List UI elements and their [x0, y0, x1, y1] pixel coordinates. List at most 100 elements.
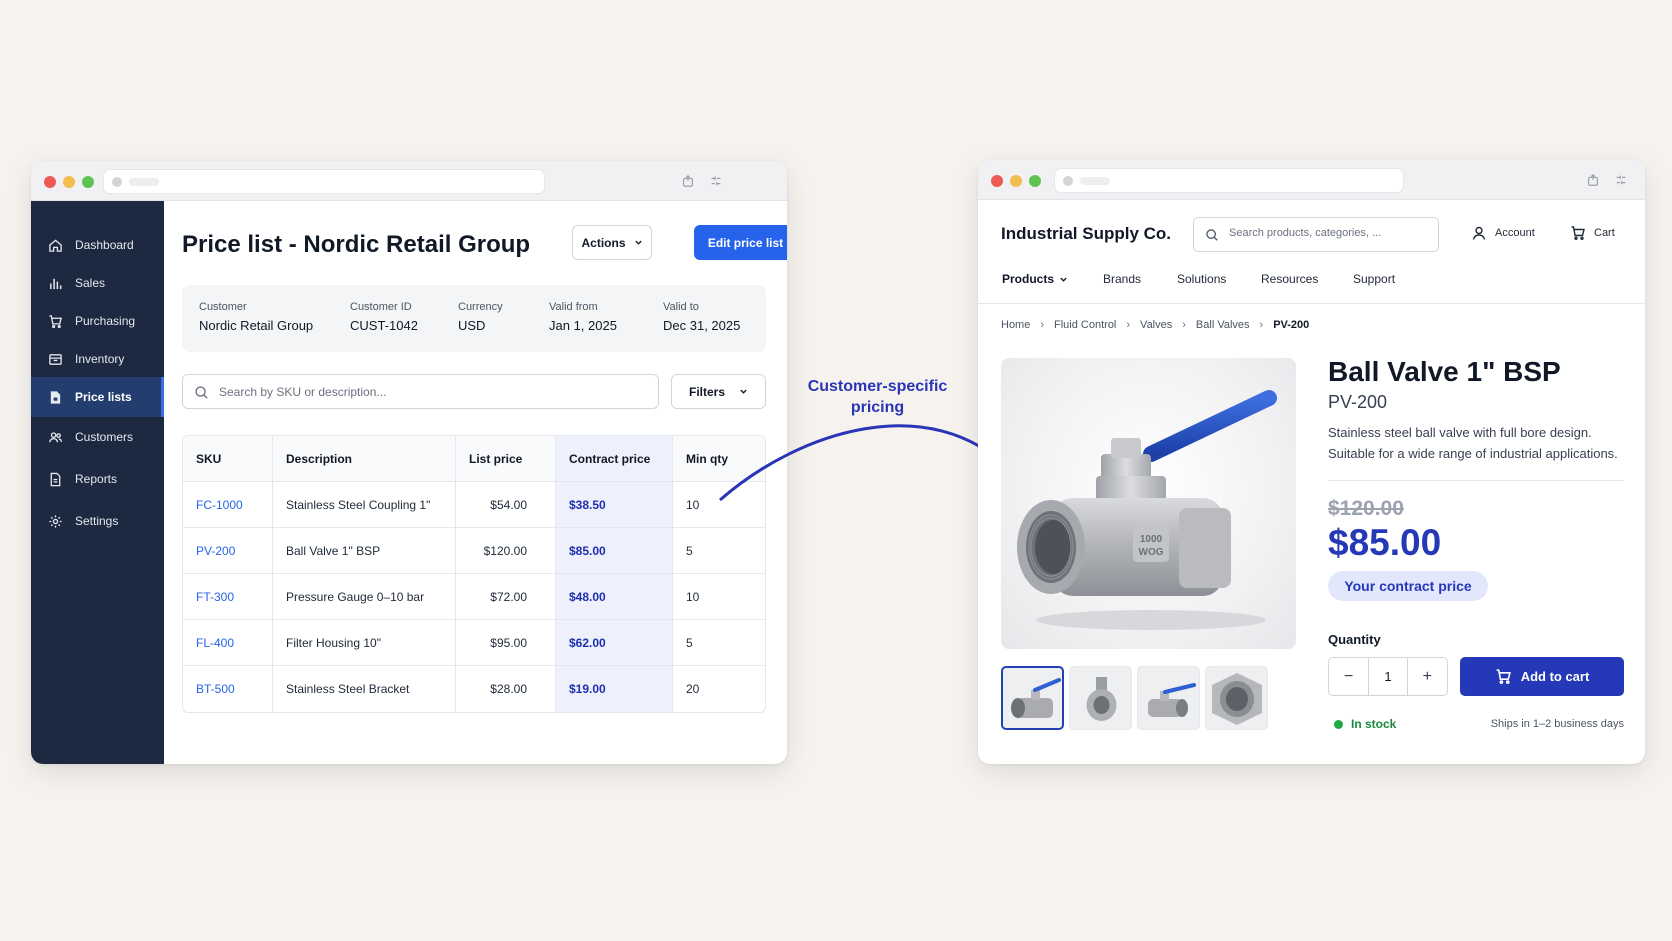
filters-button[interactable]: Filters — [671, 374, 766, 409]
sidebar-item-settings[interactable]: Settings — [31, 501, 164, 541]
sidebar-item-price-lists[interactable]: Price lists — [31, 377, 164, 417]
store-search-input[interactable] — [1229, 227, 1429, 239]
close-window-button[interactable] — [44, 176, 56, 188]
nav-products[interactable]: Products — [1002, 272, 1068, 286]
chevron-right-icon: › — [1040, 319, 1045, 331]
thumbnail-3[interactable] — [1137, 666, 1200, 730]
sidebar-item-label: Inventory — [75, 352, 125, 366]
browser-chrome — [978, 160, 1645, 200]
valve-marking: 1000 — [1140, 534, 1163, 545]
annotation-line: pricing — [850, 399, 905, 416]
cart-link[interactable]: Cart — [1570, 225, 1615, 241]
search-icon — [1206, 229, 1218, 241]
column-header-sku[interactable]: SKU — [183, 436, 273, 481]
minimize-window-button[interactable] — [1010, 175, 1022, 187]
info-label: Valid to — [663, 301, 699, 313]
nav-divider — [978, 303, 1645, 304]
share-icon[interactable] — [681, 174, 695, 188]
breadcrumb-valves[interactable]: Valves — [1140, 319, 1172, 331]
chevron-right-icon: › — [1259, 319, 1264, 331]
thumbnail-1[interactable] — [1001, 666, 1064, 730]
sidebar-item-label: Sales — [75, 276, 106, 290]
nav-support[interactable]: Support — [1353, 272, 1395, 286]
column-header-list-price[interactable]: List price — [456, 436, 556, 481]
breadcrumb-fluid-control[interactable]: Fluid Control — [1054, 319, 1116, 331]
quantity-input[interactable]: 1 — [1368, 658, 1408, 695]
nav-brands[interactable]: Brands — [1103, 272, 1141, 286]
add-to-cart-label: Add to cart — [1520, 669, 1590, 684]
sidebar-item-dashboard[interactable]: Dashboard — [31, 225, 164, 265]
add-to-cart-button[interactable]: Add to cart — [1460, 657, 1624, 696]
sku-link[interactable]: FC-1000 — [183, 482, 273, 527]
info-label: Valid from — [549, 301, 598, 313]
sku-link[interactable]: PV-200 — [183, 528, 273, 573]
sku-link[interactable]: BT-500 — [183, 666, 273, 712]
minimize-window-button[interactable] — [63, 176, 75, 188]
maximize-window-button[interactable] — [1029, 175, 1041, 187]
product-title: Ball Valve 1" BSP — [1328, 356, 1561, 387]
share-icon[interactable] — [1586, 173, 1600, 187]
table-row[interactable]: FC-1000 Stainless Steel Coupling 1" $54.… — [183, 482, 765, 528]
product-image[interactable]: 1000 WOG — [1001, 358, 1296, 649]
decrease-quantity-button[interactable]: − — [1329, 658, 1368, 695]
info-value: Dec 31, 2025 — [663, 318, 741, 333]
address-bar[interactable] — [1054, 168, 1404, 193]
column-header-min-qty[interactable]: Min qty — [673, 436, 765, 481]
list-price-cell: $54.00 — [456, 482, 556, 527]
sidebar-item-customers[interactable]: Customers — [31, 417, 164, 457]
sidebar-item-purchasing[interactable]: Purchasing — [31, 301, 164, 341]
close-window-button[interactable] — [991, 175, 1003, 187]
thumbnail-2[interactable] — [1069, 666, 1132, 730]
cart-icon — [49, 314, 62, 328]
user-icon — [1472, 226, 1486, 240]
nav-solutions[interactable]: Solutions — [1177, 272, 1226, 286]
quantity-stepper: − 1 + — [1328, 657, 1448, 696]
table-row[interactable]: FT-300 Pressure Gauge 0–10 bar $72.00 $4… — [183, 574, 765, 620]
sku-link[interactable]: FL-400 — [183, 620, 273, 665]
in-stock-dot-icon — [1334, 719, 1343, 729]
price-table: SKU Description List price Contract pric… — [182, 435, 766, 713]
thumbnail-valve-image — [1086, 677, 1117, 721]
breadcrumb-home[interactable]: Home — [1001, 319, 1030, 331]
thumbnail-valve-image — [1212, 673, 1262, 725]
store-logo[interactable]: Industrial Supply Co. — [1001, 224, 1171, 244]
thumbnail-4[interactable] — [1205, 666, 1268, 730]
info-customer-id: Customer ID CUST-1042 — [350, 301, 418, 333]
storefront-window: Industrial Supply Co. Account Cart Produ… — [978, 160, 1645, 764]
chevron-right-icon: › — [1182, 319, 1186, 331]
home-icon — [49, 238, 62, 252]
sidebar-item-inventory[interactable]: Inventory — [31, 339, 164, 379]
nav-label: Products — [1002, 272, 1055, 286]
chevron-down-icon — [634, 240, 642, 245]
report-icon — [50, 472, 61, 486]
breadcrumb-ball-valves[interactable]: Ball Valves — [1196, 319, 1250, 331]
info-value: CUST-1042 — [350, 318, 418, 333]
extensions-icon[interactable] — [1614, 173, 1628, 187]
nav-resources[interactable]: Resources — [1261, 272, 1318, 286]
sidebar-item-reports[interactable]: Reports — [31, 459, 164, 499]
min-qty-cell: 5 — [686, 543, 693, 558]
contract-price-cell: $62.00 — [556, 620, 673, 665]
increase-quantity-button[interactable]: + — [1408, 658, 1447, 695]
table-row[interactable]: BT-500 Stainless Steel Bracket $28.00 $1… — [183, 666, 765, 712]
gear-icon — [49, 514, 62, 528]
maximize-window-button[interactable] — [82, 176, 94, 188]
column-header-contract-price[interactable]: Contract price — [556, 436, 673, 481]
quantity-label: Quantity — [1328, 632, 1381, 647]
list-price-cell: $95.00 — [456, 620, 556, 665]
divider — [1328, 480, 1624, 481]
sidebar-item-sales[interactable]: Sales — [31, 263, 164, 303]
table-row[interactable]: PV-200 Ball Valve 1" BSP $120.00 $85.00 … — [183, 528, 765, 574]
info-currency: Currency USD — [458, 301, 503, 333]
actions-button[interactable]: Actions — [572, 225, 652, 260]
sku-link[interactable]: FT-300 — [183, 574, 273, 619]
min-qty-cell: 10 — [686, 589, 700, 604]
table-row[interactable]: FL-400 Filter Housing 10" $95.00 $62.00 … — [183, 620, 765, 666]
edit-price-list-button[interactable]: Edit price list — [694, 225, 787, 260]
account-link[interactable]: Account — [1471, 225, 1535, 241]
sku-search-input[interactable] — [219, 383, 639, 401]
extensions-icon[interactable] — [709, 174, 723, 188]
column-header-description[interactable]: Description — [273, 436, 456, 481]
address-bar[interactable] — [103, 169, 545, 194]
document-tag-icon — [50, 390, 61, 404]
